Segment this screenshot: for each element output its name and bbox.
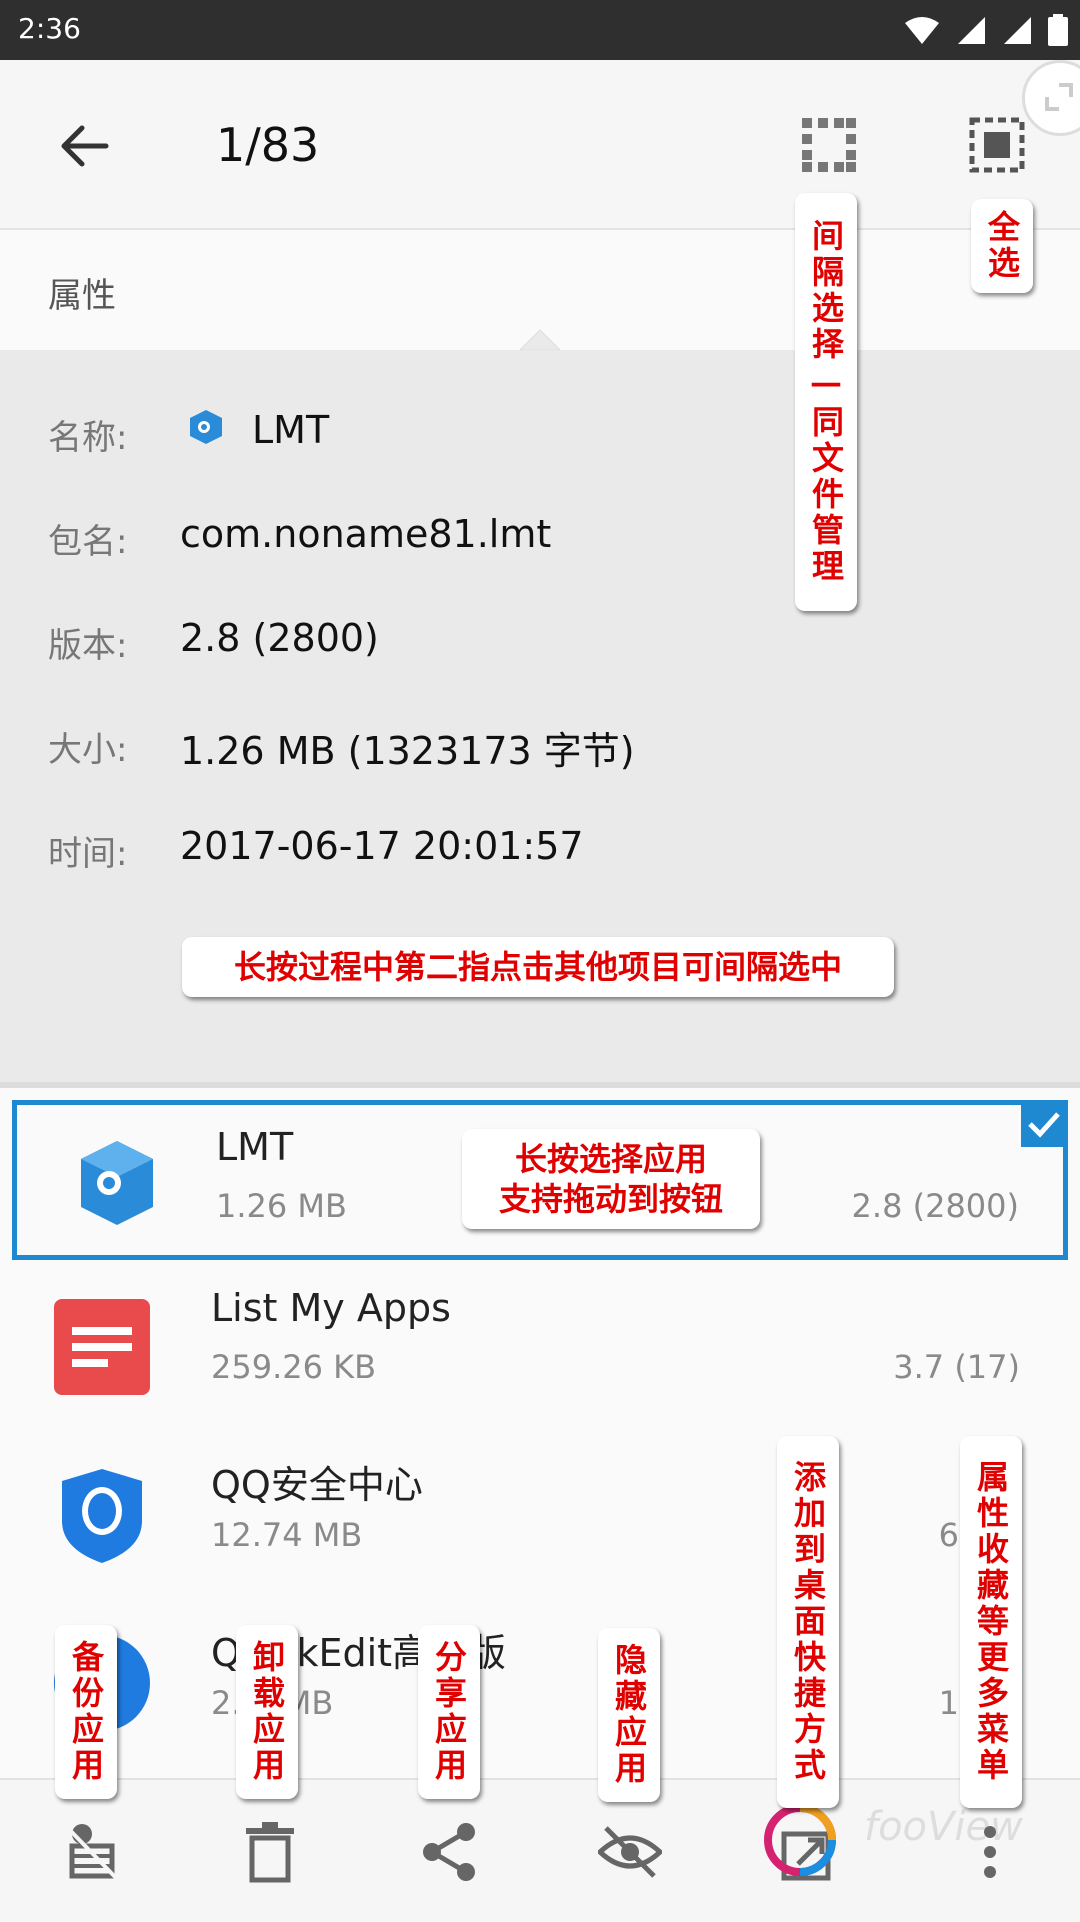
expand-icon xyxy=(1045,83,1073,111)
annotation-select-all: 全选 xyxy=(971,199,1033,293)
checkbox-checked[interactable] xyxy=(1021,1101,1067,1147)
annotation-line: 支持拖动到按钮 xyxy=(498,1180,723,1218)
annotation-uninstall: 卸载应用 xyxy=(236,1625,298,1799)
selection-count: 1/83 xyxy=(216,118,320,172)
property-key: 版本: xyxy=(48,626,128,666)
fooview-logo-icon xyxy=(764,1804,836,1876)
qq-security-icon xyxy=(62,1469,142,1563)
annotation-line: 长按选择应用 xyxy=(514,1140,707,1178)
property-value: 1.26 MB (1323173 字节) xyxy=(180,729,635,773)
annotation-add-shortcut: 添加到桌面快捷方式 xyxy=(777,1436,839,1808)
more-vert-icon[interactable] xyxy=(958,1820,1022,1884)
property-key: 名称: xyxy=(48,418,128,458)
annotation-share: 分享应用 xyxy=(418,1625,480,1799)
floating-window-button[interactable] xyxy=(1022,60,1080,136)
hide-icon[interactable] xyxy=(598,1820,662,1884)
status-bar: 2:36 xyxy=(0,0,1080,60)
property-version-row: 版本: 2.8 (2800) xyxy=(0,612,1080,672)
property-time-row: 时间: 2017-06-17 20:01:57 xyxy=(0,820,1080,880)
list-item[interactable]: List My Apps 259.26 KB 3.7 (17) xyxy=(0,1262,1080,1430)
annotation-interval-select: 间隔选择—同文件管理 xyxy=(795,193,857,611)
top-toolbar: 1/83 xyxy=(0,60,1080,230)
delete-icon[interactable] xyxy=(238,1820,302,1884)
annotation-long-press-select: 长按选择应用 支持拖动到按钮 xyxy=(462,1129,760,1229)
app-size: 1.26 MB xyxy=(216,1187,347,1225)
app-version: 3.7 (17) xyxy=(893,1348,1020,1386)
share-icon[interactable] xyxy=(418,1820,482,1884)
annotation-more-menu: 属性收藏等更多菜单 xyxy=(960,1436,1022,1808)
property-value: 2017-06-17 20:01:57 xyxy=(180,824,584,868)
property-size-row: 大小: 1.26 MB (1323173 字节) xyxy=(0,716,1080,776)
app-name: QQ安全中心 xyxy=(211,1463,423,1507)
check-icon xyxy=(1028,1112,1060,1138)
bottom-action-bar xyxy=(0,1778,1080,1922)
property-key: 包名: xyxy=(48,522,128,562)
status-time: 2:36 xyxy=(18,12,81,45)
wifi-icon xyxy=(905,17,939,44)
backup-icon[interactable] xyxy=(58,1820,122,1884)
annotation-long-press-hint: 长按过程中第二指点击其他项目可间隔选中 xyxy=(182,937,894,997)
property-key: 大小: xyxy=(48,730,128,770)
battery-icon xyxy=(1048,14,1068,46)
signal-icon-2 xyxy=(1004,17,1031,44)
property-value: com.noname81.lmt xyxy=(180,512,552,556)
properties-label: 属性 xyxy=(48,276,116,316)
list-item[interactable]: QQ安全中心 12.74 MB 6.9.6 xyxy=(0,1430,1080,1598)
list-my-apps-icon xyxy=(54,1299,150,1395)
back-arrow-icon[interactable] xyxy=(56,118,112,174)
lmt-app-icon xyxy=(81,1141,153,1225)
properties-header[interactable]: 属性 xyxy=(0,230,1080,351)
property-value: 2.8 (2800) xyxy=(180,616,379,660)
property-name-row: 名称: LMT xyxy=(0,404,1080,464)
app-size: 259.26 KB xyxy=(211,1348,377,1386)
list-item[interactable]: QuickEdit高级版 2.__ MB 1.2.2 xyxy=(0,1598,1080,1766)
annotation-hide: 隐藏应用 xyxy=(598,1628,660,1802)
signal-icon xyxy=(958,17,985,44)
property-package-row: 包名: com.noname81.lmt xyxy=(0,508,1080,568)
property-key: 时间: xyxy=(48,834,128,874)
app-size: 12.74 MB xyxy=(211,1516,363,1554)
app-name: LMT xyxy=(216,1125,294,1169)
pointer-notch-icon xyxy=(520,329,560,350)
app-name: List My Apps xyxy=(211,1286,451,1330)
property-value: LMT xyxy=(252,408,330,452)
app-version: 2.8 (2800) xyxy=(851,1187,1019,1225)
interval-select-icon[interactable] xyxy=(800,116,858,174)
lmt-app-icon xyxy=(190,410,222,444)
annotation-backup: 备份应用 xyxy=(55,1625,117,1799)
select-all-icon[interactable] xyxy=(968,116,1026,174)
